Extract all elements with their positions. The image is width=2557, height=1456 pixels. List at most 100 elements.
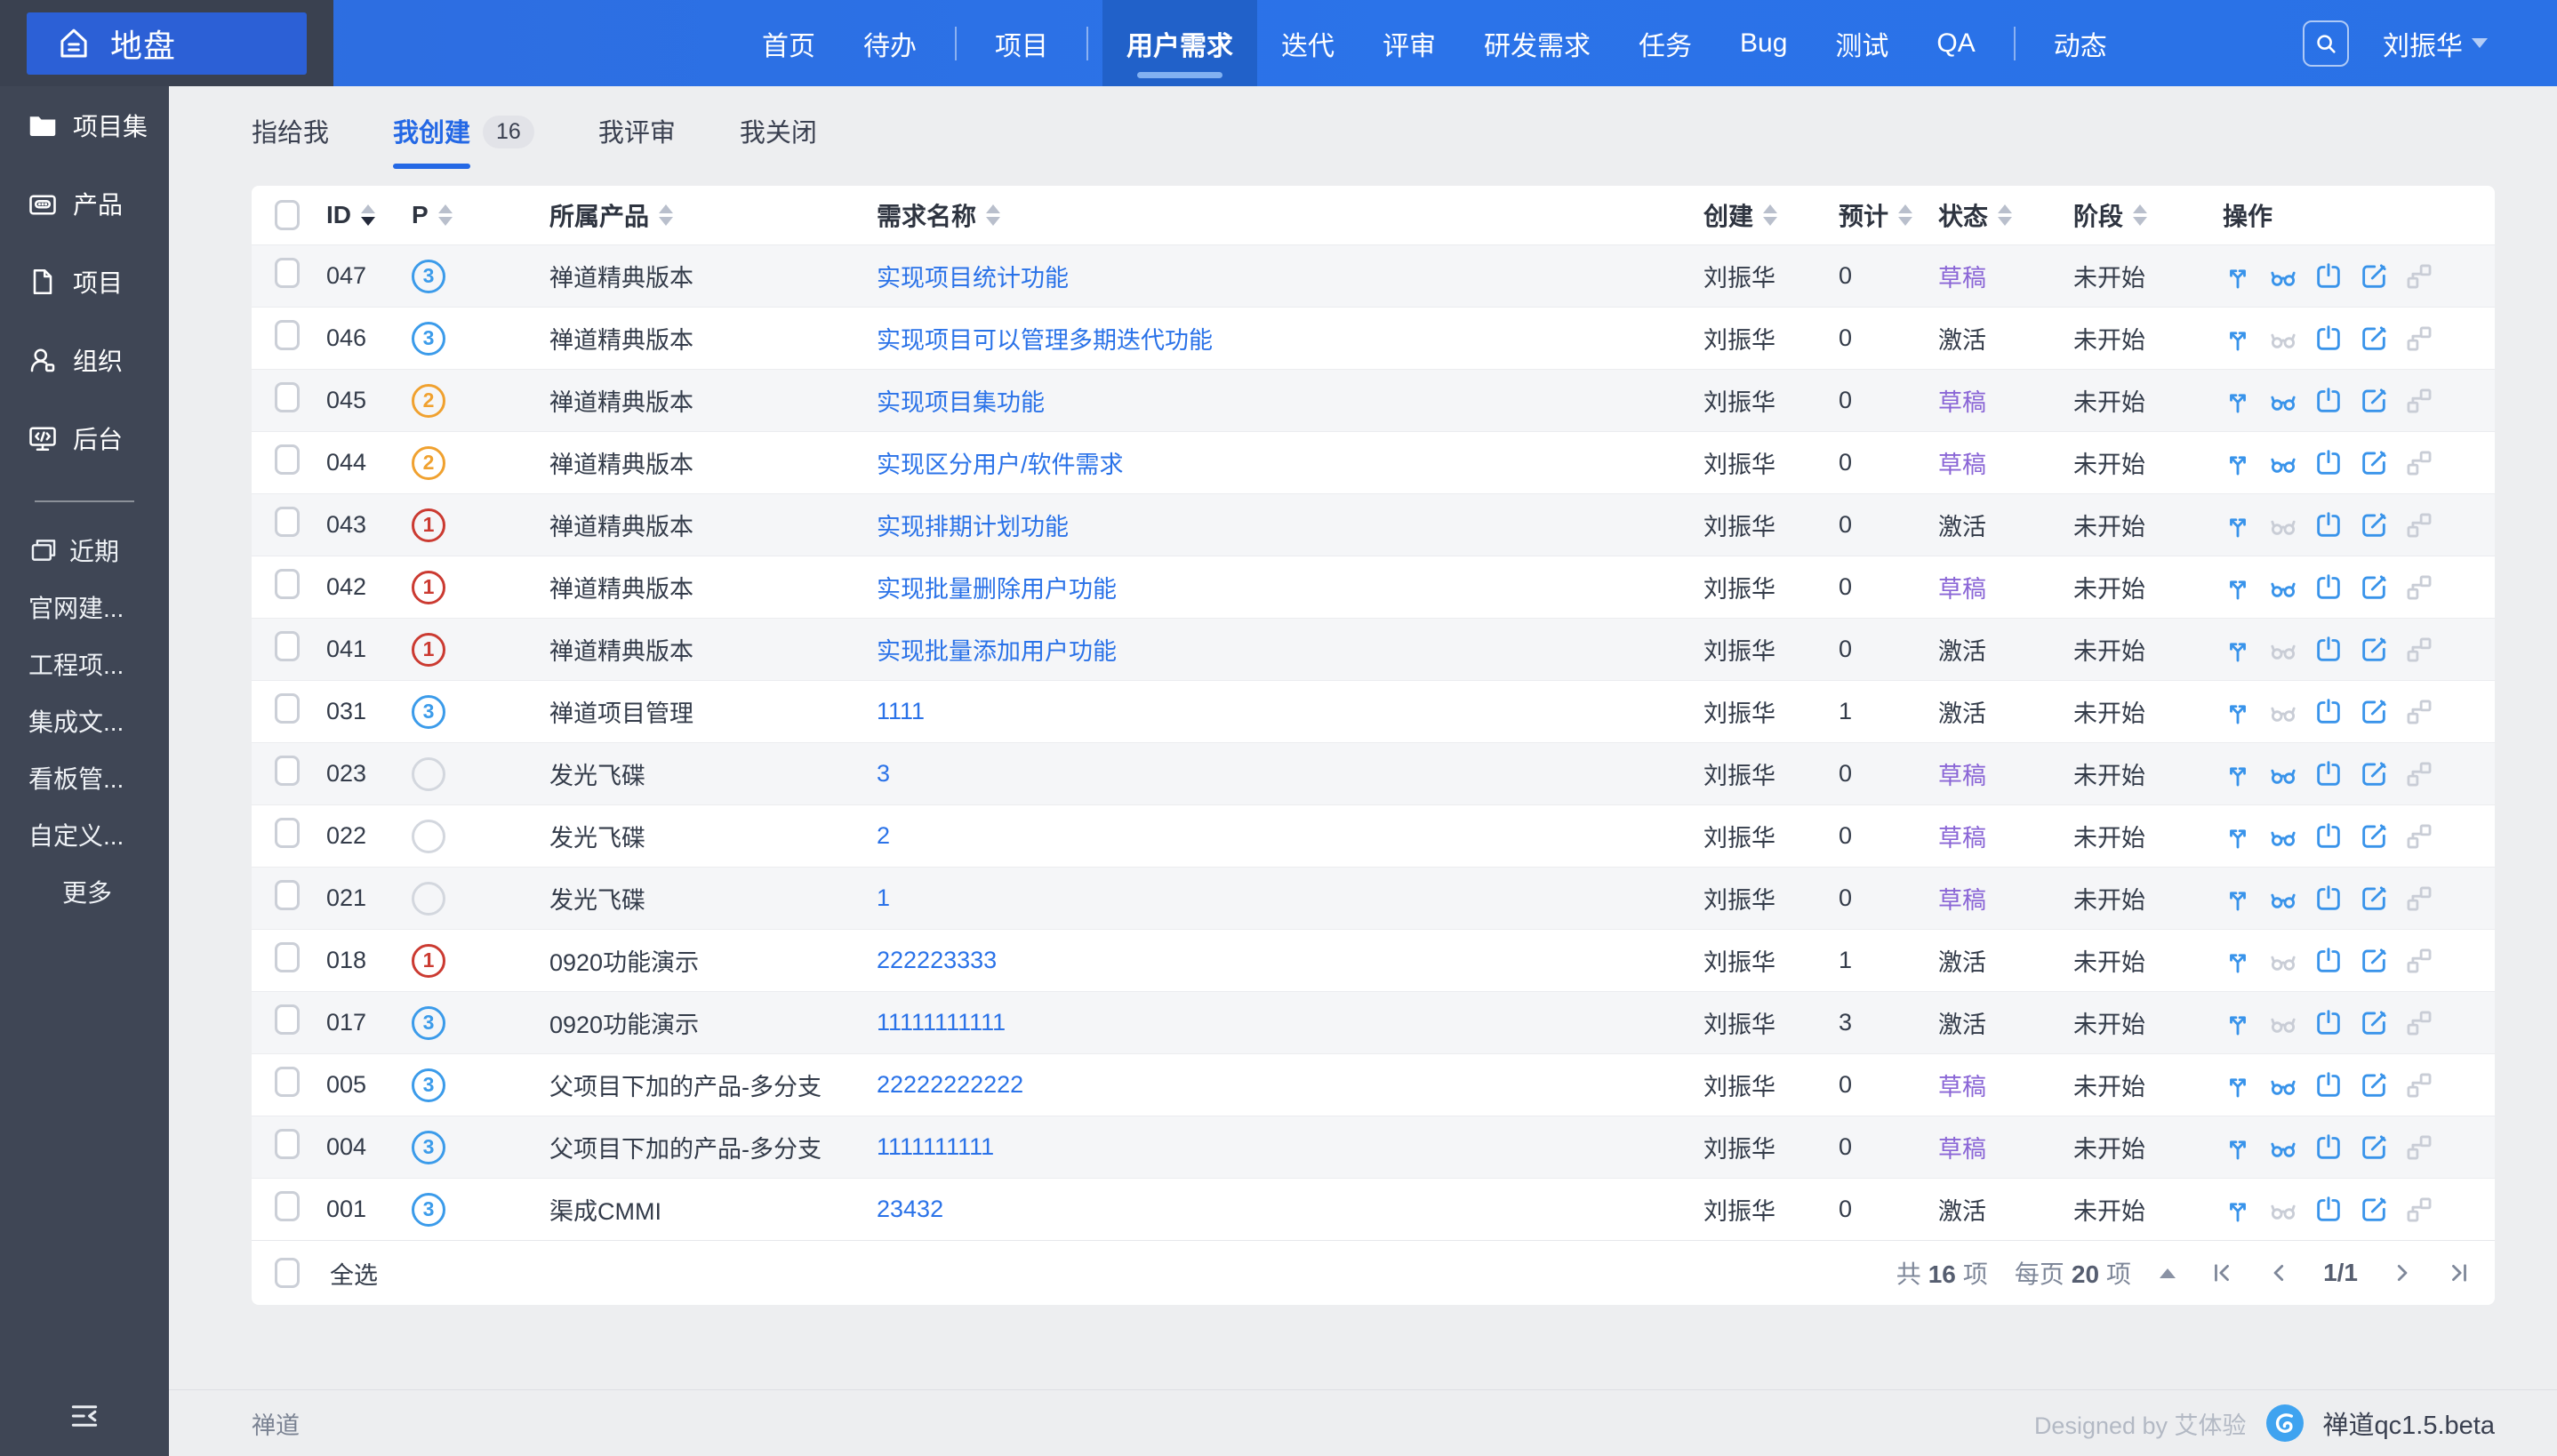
review-glasses-icon[interactable]: [2268, 1070, 2298, 1100]
subdivide-icon[interactable]: [2223, 572, 2253, 603]
edit-icon[interactable]: [2359, 261, 2389, 292]
edit-icon[interactable]: [2359, 635, 2389, 665]
row-checkbox[interactable]: [275, 569, 300, 599]
review-glasses-icon[interactable]: [2268, 635, 2298, 665]
last-page-icon[interactable]: [2447, 1260, 2472, 1285]
user-menu[interactable]: 刘振华: [2383, 24, 2488, 63]
edit-icon[interactable]: [2359, 572, 2389, 603]
subdivide-icon[interactable]: [2223, 510, 2253, 540]
row-checkbox[interactable]: [275, 1004, 300, 1035]
edit-icon[interactable]: [2359, 946, 2389, 976]
nav-item-task[interactable]: 任务: [1615, 0, 1716, 86]
nav-item-rd-story[interactable]: 研发需求: [1460, 0, 1615, 86]
subdivide-icon[interactable]: [2223, 1008, 2253, 1038]
sidebar-more[interactable]: 更多: [0, 863, 169, 920]
story-title-link[interactable]: 222223333: [877, 947, 997, 973]
sidebar-shortcut-2[interactable]: 工程项...: [0, 636, 169, 692]
close-power-icon[interactable]: [2313, 1008, 2344, 1038]
close-power-icon[interactable]: [2313, 884, 2344, 914]
col-header-creator[interactable]: 创建: [1703, 197, 1839, 233]
row-checkbox[interactable]: [275, 320, 300, 350]
nav-item-bug[interactable]: Bug: [1716, 0, 1811, 86]
close-power-icon[interactable]: [2313, 324, 2344, 354]
row-checkbox[interactable]: [275, 258, 300, 288]
nav-item-home[interactable]: 首页: [738, 0, 839, 86]
row-checkbox[interactable]: [275, 880, 300, 910]
sort-control[interactable]: [1763, 204, 1777, 226]
first-page-icon[interactable]: [2209, 1260, 2234, 1285]
col-header-id[interactable]: ID: [326, 201, 412, 229]
nav-item-test[interactable]: 测试: [1811, 0, 1912, 86]
close-power-icon[interactable]: [2313, 386, 2344, 416]
sort-control[interactable]: [659, 204, 673, 226]
subdivide-icon[interactable]: [2223, 261, 2253, 292]
story-title-link[interactable]: 11111111111: [877, 1009, 1006, 1036]
sidebar-shortcut-5[interactable]: 自定义...: [0, 806, 169, 863]
edit-icon[interactable]: [2359, 386, 2389, 416]
close-power-icon[interactable]: [2313, 1132, 2344, 1163]
review-glasses-icon[interactable]: [2268, 759, 2298, 789]
subdivide-icon[interactable]: [2223, 1070, 2253, 1100]
edit-icon[interactable]: [2359, 510, 2389, 540]
story-title-link[interactable]: 实现项目统计功能: [877, 265, 1069, 292]
sort-control[interactable]: [1998, 204, 2012, 226]
subdivide-icon[interactable]: [2223, 759, 2253, 789]
row-checkbox[interactable]: [275, 1191, 300, 1221]
row-checkbox[interactable]: [275, 756, 300, 786]
row-checkbox[interactable]: [275, 1067, 300, 1097]
sidebar-item-admin[interactable]: 后台: [0, 399, 169, 477]
story-title-link[interactable]: 3: [877, 760, 890, 787]
story-title-link[interactable]: 实现项目集功能: [877, 389, 1045, 416]
prev-page-icon[interactable]: [2266, 1260, 2291, 1285]
sort-control[interactable]: [361, 204, 375, 226]
close-power-icon[interactable]: [2313, 572, 2344, 603]
story-title-link[interactable]: 实现区分用户/软件需求: [877, 452, 1124, 478]
story-title-link[interactable]: 1111111111: [877, 1133, 994, 1160]
sidebar-item-project[interactable]: 项目: [0, 243, 169, 321]
sidebar-shortcut-4[interactable]: 看板管...: [0, 749, 169, 806]
sidebar-item-program[interactable]: 项目集: [0, 86, 169, 164]
nav-item-qa[interactable]: QA: [1912, 0, 1999, 86]
review-glasses-icon[interactable]: [2268, 1195, 2298, 1225]
sort-control[interactable]: [438, 204, 453, 226]
review-glasses-icon[interactable]: [2268, 884, 2298, 914]
close-power-icon[interactable]: [2313, 1070, 2344, 1100]
search-button[interactable]: [2303, 20, 2349, 67]
review-glasses-icon[interactable]: [2268, 386, 2298, 416]
row-checkbox[interactable]: [275, 693, 300, 724]
select-all-checkbox[interactable]: [275, 200, 300, 230]
edit-icon[interactable]: [2359, 1132, 2389, 1163]
close-power-icon[interactable]: [2313, 448, 2344, 478]
edit-icon[interactable]: [2359, 759, 2389, 789]
subdivide-icon[interactable]: [2223, 946, 2253, 976]
tab-assigned-to-me[interactable]: 指给我: [252, 112, 329, 151]
subdivide-icon[interactable]: [2223, 386, 2253, 416]
row-checkbox[interactable]: [275, 507, 300, 537]
sidebar-shortcut-3[interactable]: 集成文...: [0, 692, 169, 749]
col-header-estimate[interactable]: 预计: [1839, 197, 1938, 233]
edit-icon[interactable]: [2359, 1070, 2389, 1100]
edit-icon[interactable]: [2359, 697, 2389, 727]
edit-icon[interactable]: [2359, 448, 2389, 478]
row-checkbox[interactable]: [275, 942, 300, 972]
edit-icon[interactable]: [2359, 1008, 2389, 1038]
story-title-link[interactable]: 1111: [877, 698, 925, 724]
subdivide-icon[interactable]: [2223, 1195, 2253, 1225]
edit-icon[interactable]: [2359, 324, 2389, 354]
app-switcher-button[interactable]: 地盘: [27, 12, 307, 75]
close-power-icon[interactable]: [2313, 1195, 2344, 1225]
story-title-link[interactable]: 实现项目可以管理多期迭代功能: [877, 327, 1213, 354]
nav-item-dynamic[interactable]: 动态: [2030, 0, 2131, 86]
story-title-link[interactable]: 1: [877, 884, 890, 911]
nav-item-review[interactable]: 评审: [1359, 0, 1460, 86]
review-glasses-icon[interactable]: [2268, 946, 2298, 976]
select-all-control[interactable]: 全选: [275, 1256, 378, 1291]
close-power-icon[interactable]: [2313, 821, 2344, 852]
close-power-icon[interactable]: [2313, 759, 2344, 789]
nav-item-iteration[interactable]: 迭代: [1257, 0, 1359, 86]
subdivide-icon[interactable]: [2223, 635, 2253, 665]
col-header-stage[interactable]: 阶段: [2073, 197, 2223, 233]
close-power-icon[interactable]: [2313, 510, 2344, 540]
col-header-status[interactable]: 状态: [1938, 197, 2073, 233]
subdivide-icon[interactable]: [2223, 697, 2253, 727]
